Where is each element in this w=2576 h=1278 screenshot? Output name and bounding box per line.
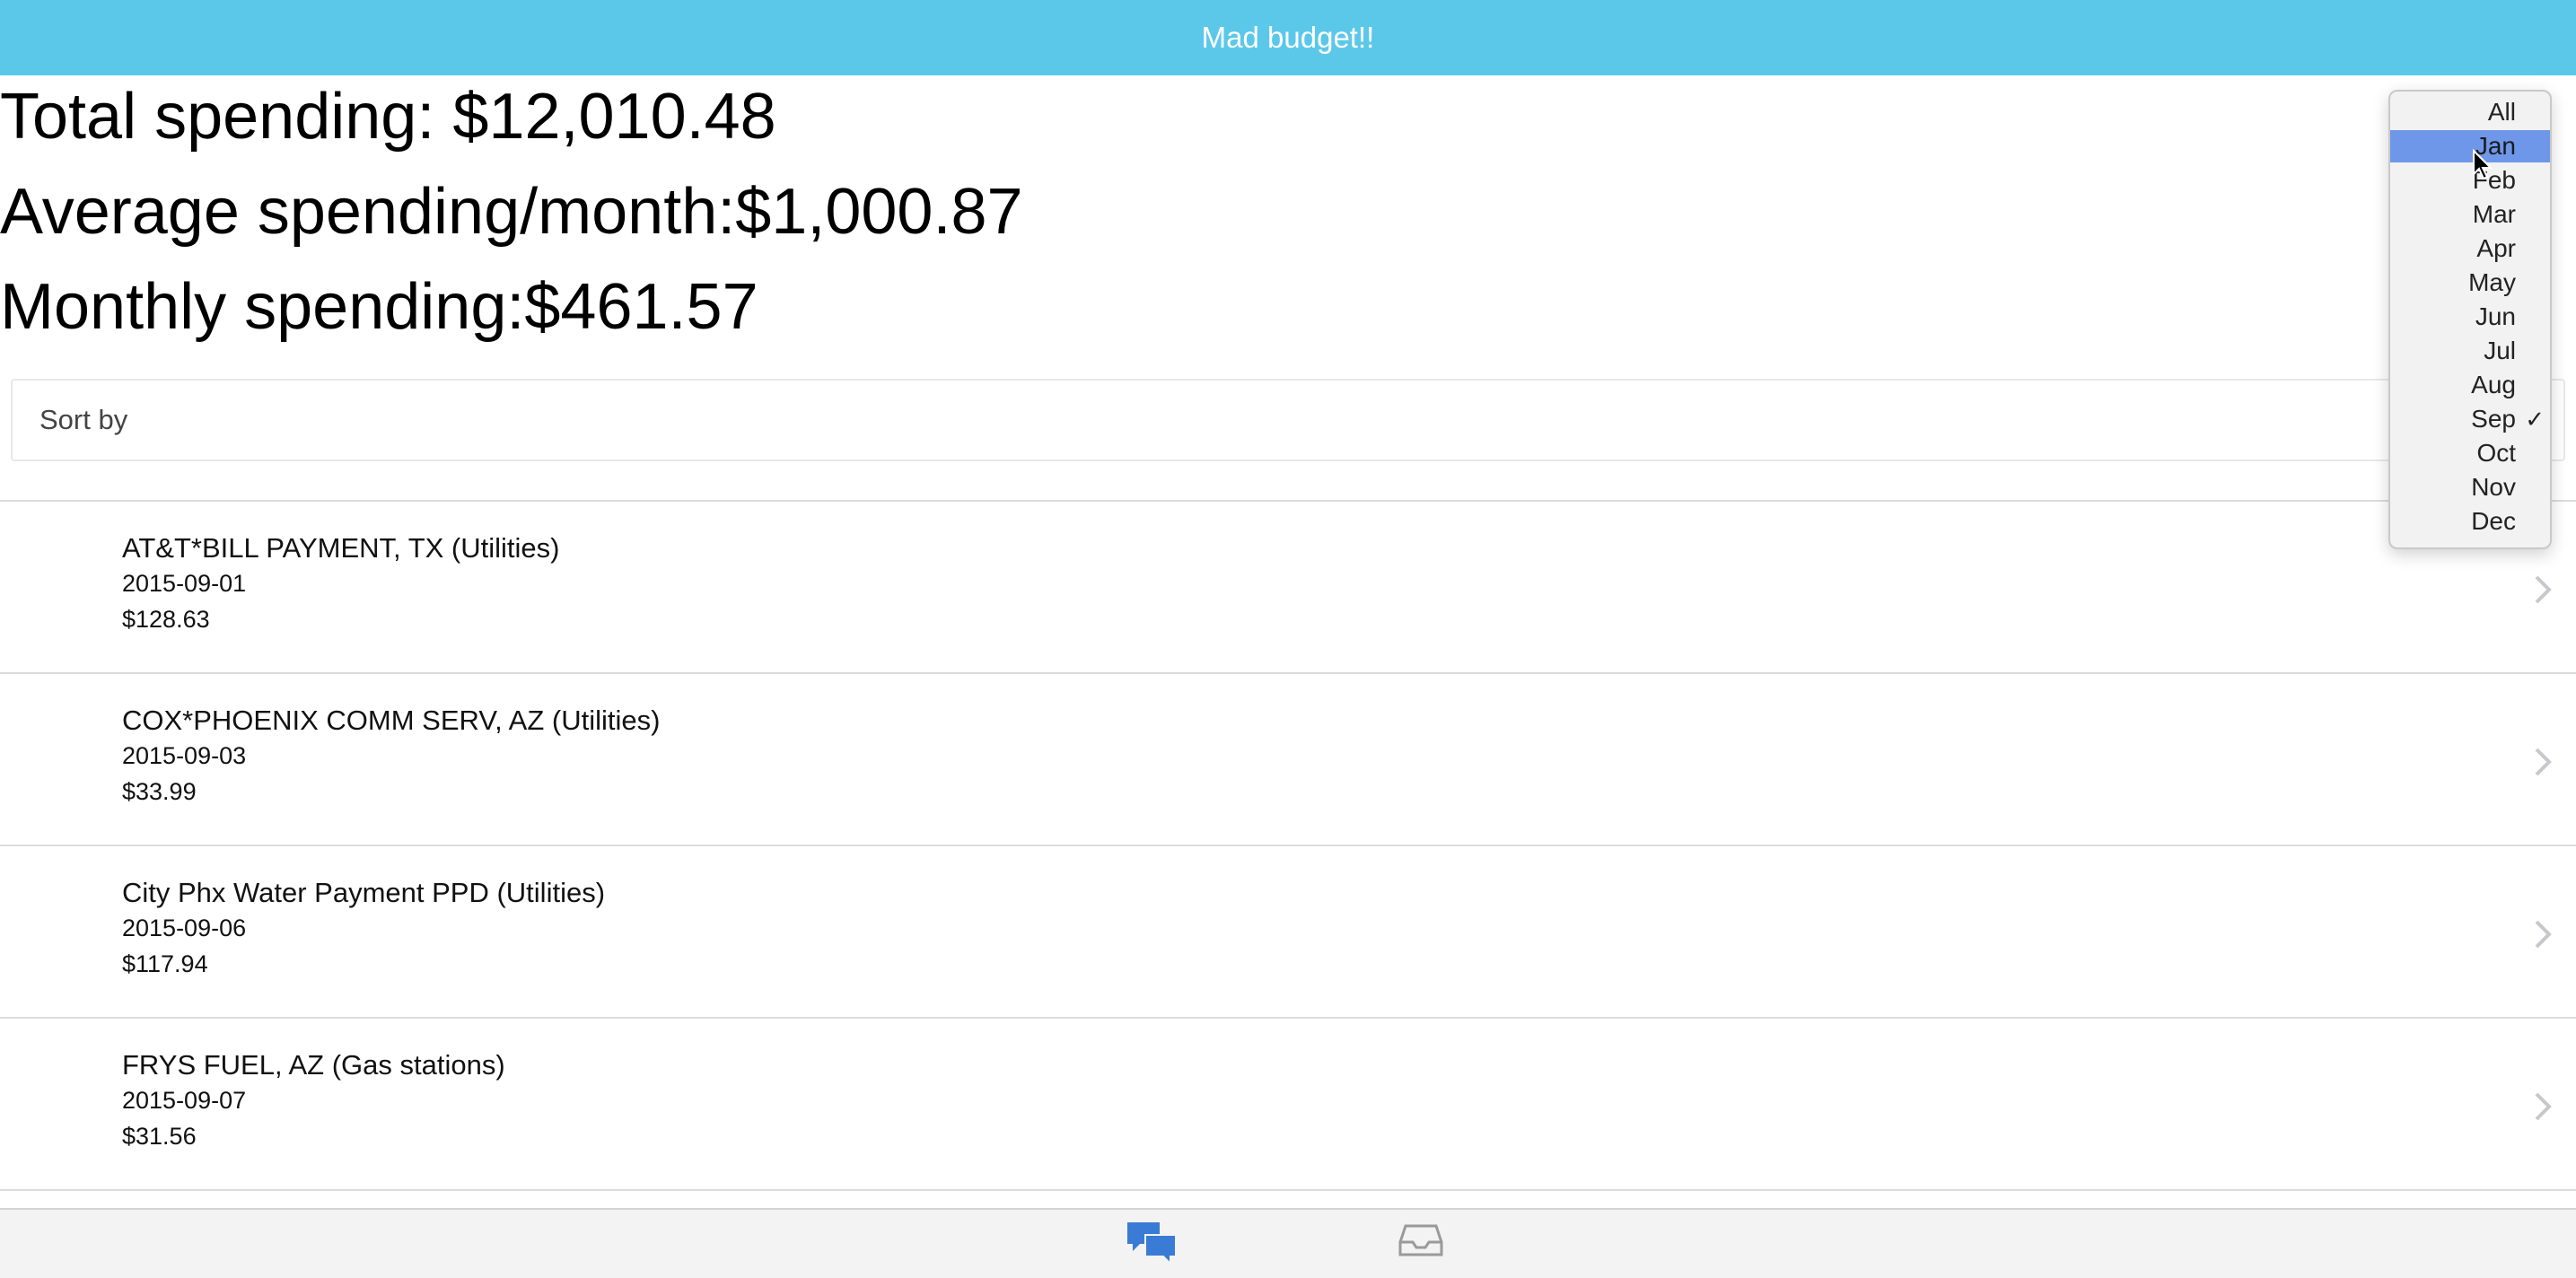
transaction-item[interactable]: AT&T*BILL PAYMENT, TX (Utilities) 2015-0… [0, 502, 2576, 674]
month-option-may[interactable]: May [2390, 267, 2550, 299]
chevron-right-icon [2535, 748, 2552, 776]
total-spending: Total spending: $12,010.48 [0, 81, 776, 153]
transaction-title: COX*PHOENIX COMM SERV, AZ (Utilities) [122, 705, 661, 736]
month-option-jul[interactable]: Jul [2390, 335, 2550, 367]
transaction-date: 2015-09-06 [122, 915, 247, 941]
month-option-oct[interactable]: Oct [2390, 437, 2550, 469]
transaction-date: 2015-09-07 [122, 1087, 247, 1114]
month-option-all[interactable]: All [2390, 96, 2550, 128]
transaction-title: AT&T*BILL PAYMENT, TX (Utilities) [122, 532, 560, 564]
month-option-jun[interactable]: Jun [2390, 301, 2550, 333]
month-option-sep-label: Sep [2471, 405, 2516, 433]
month-option-aug[interactable]: Aug [2390, 369, 2550, 401]
transaction-date: 2015-09-03 [122, 742, 247, 769]
average-spending: Average spending/month:$1,000.87 [0, 176, 1023, 248]
transaction-amount: $128.63 [122, 606, 210, 633]
month-option-mar[interactable]: Mar [2390, 198, 2550, 231]
app-header: Mad budget!! [0, 0, 2576, 75]
mouse-cursor-icon [2473, 149, 2493, 180]
month-option-jan[interactable]: Jan [2390, 130, 2550, 162]
sort-by-label: Sort by [39, 404, 128, 435]
transaction-item[interactable]: FRYS FUEL, AZ (Gas stations) 2015-09-07 … [0, 1019, 2576, 1191]
transaction-amount: $33.99 [122, 778, 197, 805]
chevron-right-icon [2535, 1092, 2552, 1121]
checkmark-icon: ✓ [2525, 405, 2545, 433]
month-option-sep[interactable]: Sep ✓ [2390, 403, 2550, 435]
app-title: Mad budget!! [1201, 21, 1375, 54]
transaction-title: City Phx Water Payment PPD (Utilities) [122, 877, 606, 908]
month-option-nov[interactable]: Nov [2390, 471, 2550, 503]
chevron-right-icon [2535, 920, 2552, 949]
transaction-title: FRYS FUEL, AZ (Gas stations) [122, 1049, 505, 1081]
transaction-item[interactable]: COX*PHOENIX COMM SERV, AZ (Utilities) 20… [0, 674, 2576, 846]
transaction-amount: $117.94 [122, 950, 208, 977]
month-option-feb[interactable]: Feb [2390, 164, 2550, 197]
transaction-item[interactable]: City Phx Water Payment PPD (Utilities) 2… [0, 846, 2576, 1019]
tab-bar [0, 1208, 2576, 1278]
transaction-date: 2015-09-01 [122, 570, 247, 597]
transaction-amount: $31.56 [122, 1123, 197, 1150]
chevron-right-icon [2535, 575, 2552, 604]
month-option-dec[interactable]: Dec [2390, 505, 2550, 538]
month-dropdown[interactable]: All Jan Feb Mar Apr May Jun Jul Aug Sep … [2388, 90, 2552, 549]
sort-by-select[interactable]: Sort by [11, 379, 2565, 461]
monthly-spending: Monthly spending:$461.57 [0, 271, 758, 343]
inbox-tray-icon[interactable] [1398, 1222, 1443, 1258]
chat-bubbles-icon[interactable] [1126, 1219, 1178, 1265]
month-option-apr[interactable]: Apr [2390, 232, 2550, 265]
